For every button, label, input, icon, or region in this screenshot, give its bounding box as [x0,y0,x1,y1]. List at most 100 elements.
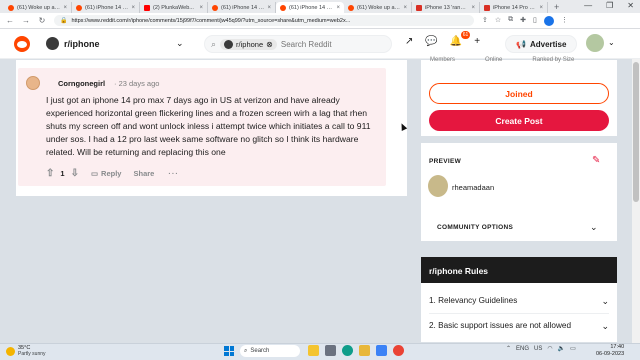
community-stats: Members Online Ranked by Size [430,57,574,63]
preview-heading: PREVIEW [429,158,462,165]
close-window-button[interactable]: ✕ [627,1,634,10]
browser-tab[interactable]: (61) Woke up and... × [4,2,72,13]
create-post-button[interactable]: Create Post [429,110,609,131]
volume-icon[interactable]: 🔈 [558,345,565,352]
browser-tab[interactable]: (61) iPhone 14 pr... × [72,2,140,13]
highlighted-comment: Corngonegirl · 23 days ago I just got an… [18,68,386,186]
chevron-down-icon[interactable]: ⌄ [601,296,609,307]
more-options-button[interactable]: ··· [168,169,179,178]
reddit-header: r/iphone ⌄ ⌕ r/iphone ⊗ ↗ 💬 🔔61 + 📢 Adve… [0,29,640,59]
preview-user-avatar[interactable] [428,175,448,197]
edge-icon[interactable] [342,345,353,356]
search-scope-chip[interactable]: r/iphone ⊗ [220,38,277,50]
browser-tab[interactable]: (61) iPhone 14 pr... × [208,2,276,13]
region-indicator[interactable]: US [534,346,542,352]
language-indicator[interactable]: ENG [516,346,529,352]
profile-avatar[interactable] [543,15,554,26]
community-options-toggle[interactable]: COMMUNITY OPTIONS [437,224,513,231]
close-tab-icon[interactable]: × [131,5,135,11]
chat-icon[interactable]: 💬 [425,36,437,47]
wifi-icon[interactable]: ◠ [547,345,552,352]
lock-icon[interactable]: 🔒 [60,17,67,24]
header-actions: ↗ 💬 🔔 61 + [405,31,480,47]
close-tab-icon[interactable]: × [471,5,475,11]
minimize-button[interactable]: — [584,1,592,10]
extension-icon[interactable]: ⧉ [508,16,513,26]
reload-icon[interactable]: ↻ [38,16,46,25]
taskbar-search[interactable]: ⌕ Search [240,345,300,357]
reddit-logo-icon[interactable] [14,36,30,52]
subreddit-icon [46,37,59,50]
browser-tab[interactable]: (61) Woke up and... × [344,2,412,13]
tab-title: (61) iPhone 14 pr... [85,4,129,11]
comment-timestamp[interactable]: · 23 days ago [114,79,159,88]
create-plus-icon[interactable]: + [474,36,480,47]
windows-start-icon[interactable] [224,346,234,356]
notification-bell-icon[interactable]: 🔔 61 [450,31,471,47]
chevron-down-icon[interactable]: ⌄ [590,222,598,233]
weather-widget[interactable]: 35°C Partly sunny [6,345,46,357]
search-icon: ⌕ [211,38,217,49]
rule-item[interactable]: 2. Basic support issues are not allowed … [429,321,609,332]
preview-username[interactable]: rheamadaan [452,183,494,192]
browser-tab[interactable]: (2) PlunkaWeb... × [140,2,208,13]
browser-tab[interactable]: iPhone 14 Pro M... × [480,2,548,13]
reply-label: Reply [101,169,122,178]
scrollbar-thumb[interactable] [633,62,639,202]
browser-tab-active[interactable]: (61) iPhone 14 pr... × [276,2,344,13]
file-explorer-icon[interactable] [308,345,319,356]
chevron-down-icon[interactable]: ⌄ [601,321,609,332]
url-text[interactable]: https://www.reddit.com/r/iphone/comments… [71,18,350,24]
joined-button[interactable]: Joined [429,83,609,104]
share-button[interactable]: Share [133,169,154,178]
search-bar[interactable]: ⌕ r/iphone ⊗ [204,35,392,53]
task-view-icon[interactable] [325,345,336,356]
close-tab-icon[interactable]: × [403,5,407,11]
chrome-icon[interactable] [393,345,404,356]
store-icon[interactable] [376,345,387,356]
close-tab-icon[interactable]: × [539,5,543,11]
popular-arrow-icon[interactable]: ↗ [405,36,413,47]
maximize-button[interactable]: ❐ [606,1,613,10]
user-menu-chevron-icon[interactable]: ⌄ [608,38,615,47]
advertise-button[interactable]: 📢 Advertise [505,35,578,53]
battery-icon[interactable]: ▭ [570,345,576,352]
folder-icon[interactable] [359,345,370,356]
puzzle-icon[interactable]: ✚ [520,16,526,26]
search-input[interactable] [280,39,361,49]
user-avatar[interactable] [586,34,604,52]
new-tab-button[interactable]: + [554,2,559,12]
bookmark-star-icon[interactable]: ☆ [495,16,501,26]
close-tab-icon[interactable]: × [63,5,67,11]
address-bar[interactable]: 🔒 https://www.reddit.com/r/iphone/commen… [54,15,474,26]
sidebar-icon[interactable]: ▯ [533,16,537,26]
rule-label: 2. Basic support issues are not allowed [429,321,571,330]
pencil-edit-icon[interactable]: ✎ [592,155,600,166]
downvote-icon[interactable]: ⇩ [71,168,79,179]
tab-title: (61) Woke up and... [357,4,401,11]
chevron-up-icon[interactable]: ⌃ [506,345,511,352]
reply-button[interactable]: ▭ Reply [91,169,122,178]
close-tab-icon[interactable]: × [336,5,340,11]
taskbar-search-label: Search [250,348,270,354]
share-icon[interactable]: ⇪ [482,16,488,26]
commenter-avatar[interactable] [26,76,40,90]
comment-username[interactable]: Corngonegirl [58,79,105,88]
close-tab-icon[interactable]: × [267,5,271,11]
browser-extensions: ⇪ ☆ ⧉ ✚ ▯ ⋮ [482,15,568,26]
taskbar-clock[interactable]: 17:40 06-09-2023 [596,344,624,358]
browser-tab[interactable]: iPhone 13 'rando... × [412,2,480,13]
chevron-down-icon[interactable]: ⌄ [176,38,184,49]
forward-arrow-icon[interactable]: → [22,16,30,25]
reddit-favicon-icon [76,4,82,11]
clear-chip-icon[interactable]: ⊗ [266,40,273,49]
rules-title: r/iphone Rules [421,257,617,283]
tab-title: iPhone 14 Pro M... [493,4,537,11]
subreddit-name[interactable]: r/iphone [64,39,100,49]
close-tab-icon[interactable]: × [199,5,203,11]
upvote-icon[interactable]: ⇧ [46,168,54,179]
rule-item[interactable]: 1. Relevancy Guidelines ⌄ [429,296,609,307]
back-arrow-icon[interactable]: ← [6,16,14,25]
menu-kebab-icon[interactable]: ⋮ [561,16,568,26]
tab-title: (61) iPhone 14 pr... [289,4,334,11]
